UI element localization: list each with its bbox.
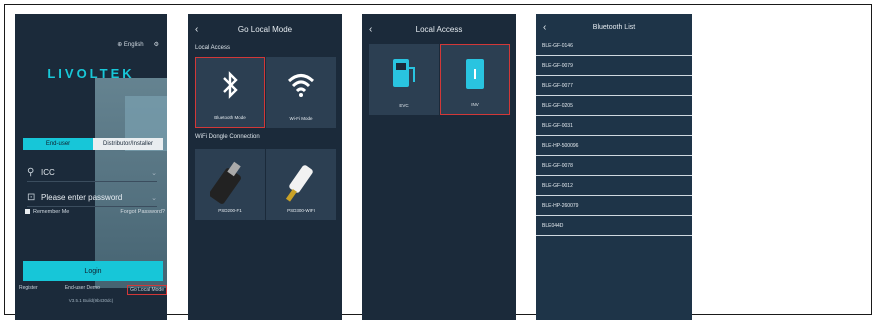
header: ‹ Local Access (362, 22, 516, 36)
psd300-wifi-card[interactable]: PSD300-WIFI (266, 149, 336, 220)
card-label: EVC (399, 103, 409, 108)
password-placeholder: Please enter password (41, 193, 123, 202)
local-access-screen: ‹ Local Access EVC INV (362, 14, 516, 320)
bottom-links: Register End-user Demo Go Local Mode (19, 285, 167, 295)
page-title: Go Local Mode (237, 24, 293, 34)
language-selector[interactable]: ⊕ English (117, 41, 143, 48)
card-label: INV (471, 102, 479, 107)
bluetooth-list-screen: ‹ Bluetooth List BLE-GF-0146 BLE-GF-0079… (536, 14, 692, 320)
back-icon[interactable]: ‹ (543, 22, 546, 33)
username-value: ICC (41, 168, 55, 177)
inverter-icon (441, 57, 509, 96)
go-local-mode-screen: ‹ Go Local Mode Local Access Bluetooth M… (188, 14, 342, 320)
version-text: V3.5.1 Build(9b430dc) (68, 298, 114, 303)
device-list: BLE-GF-0146 BLE-GF-0079 BLE-GF-0077 BLE-… (536, 36, 692, 236)
tab-distributor-installer[interactable]: Distributor/Installer (93, 138, 163, 150)
back-icon[interactable]: ‹ (195, 24, 198, 35)
list-item[interactable]: BLE044D (536, 216, 692, 236)
user-icon: ⚲ (27, 167, 35, 178)
psd200-f1-card[interactable]: PSD200-F1 (195, 149, 265, 220)
list-item[interactable]: BLE-GF-0031 (536, 116, 692, 136)
password-field[interactable]: ⊡ Please enter password ⌄ (27, 189, 157, 207)
user-type-tabs: End-user Distributor/Installer (23, 138, 163, 150)
top-bar: ⊕ English ⚙ (117, 41, 159, 48)
page-title: Local Access (415, 24, 463, 34)
wifi-icon (266, 69, 336, 104)
bluetooth-icon (196, 70, 264, 105)
list-item[interactable]: BLE-GF-0077 (536, 76, 692, 96)
app-logo: LIVOLTEK (47, 66, 135, 81)
bluetooth-mode-card[interactable]: Bluetooth Mode (195, 57, 265, 128)
back-icon[interactable]: ‹ (369, 24, 372, 35)
list-item[interactable]: BLE-GF-0012 (536, 176, 692, 196)
header: ‹ Bluetooth List (536, 20, 692, 34)
card-label: Wi-Fi Mode (289, 116, 313, 121)
dongle-icon (266, 161, 336, 210)
page-title: Bluetooth List (592, 23, 636, 31)
dongle-icon (195, 161, 265, 210)
evc-card[interactable]: EVC (369, 44, 439, 115)
inv-card[interactable]: INV (440, 44, 510, 115)
list-item[interactable]: BLE-GF-0079 (536, 56, 692, 76)
list-item[interactable]: BLE-GF-0205 (536, 96, 692, 116)
card-label: Bluetooth Mode (214, 115, 246, 120)
list-item[interactable]: BLE-HP-260079 (536, 196, 692, 216)
header: ‹ Go Local Mode (188, 22, 342, 36)
forgot-password-link[interactable]: Forgot Password? (120, 209, 165, 215)
screenshot-frame: ⊕ English ⚙ LIVOLTEK End-user Distributo… (4, 4, 872, 320)
remember-row: Remember Me Forgot Password? (25, 209, 165, 215)
section-local-access: Local Access (195, 45, 231, 51)
tab-end-user[interactable]: End-user (23, 138, 93, 150)
language-label: English (123, 42, 144, 48)
lock-icon: ⊡ (27, 192, 36, 203)
section-wifi-dongle: WiFi Dongle Connection (195, 134, 260, 140)
chevron-down-icon[interactable]: ⌄ (151, 169, 157, 177)
globe-icon: ⊕ (117, 42, 123, 48)
end-user-demo-link[interactable]: End-user Demo (65, 285, 100, 295)
gear-icon[interactable]: ⚙ (154, 41, 159, 48)
list-item[interactable]: BLE-HP-500096 (536, 136, 692, 156)
register-link[interactable]: Register (19, 285, 38, 295)
chevron-down-icon[interactable]: ⌄ (151, 194, 157, 202)
wifi-mode-card[interactable]: Wi-Fi Mode (266, 57, 336, 128)
go-local-mode-link[interactable]: Go Local Mode (127, 285, 167, 295)
remember-checkbox[interactable] (25, 209, 30, 214)
login-button[interactable]: Login (23, 261, 163, 281)
list-item[interactable]: BLE-GF-0146 (536, 36, 692, 56)
list-item[interactable]: BLE-GF-0078 (536, 156, 692, 176)
ev-charger-icon (369, 56, 439, 95)
login-screen: ⊕ English ⚙ LIVOLTEK End-user Distributo… (15, 14, 167, 320)
username-field[interactable]: ⚲ ICC ⌄ (27, 164, 157, 182)
remember-label: Remember Me (33, 209, 70, 215)
